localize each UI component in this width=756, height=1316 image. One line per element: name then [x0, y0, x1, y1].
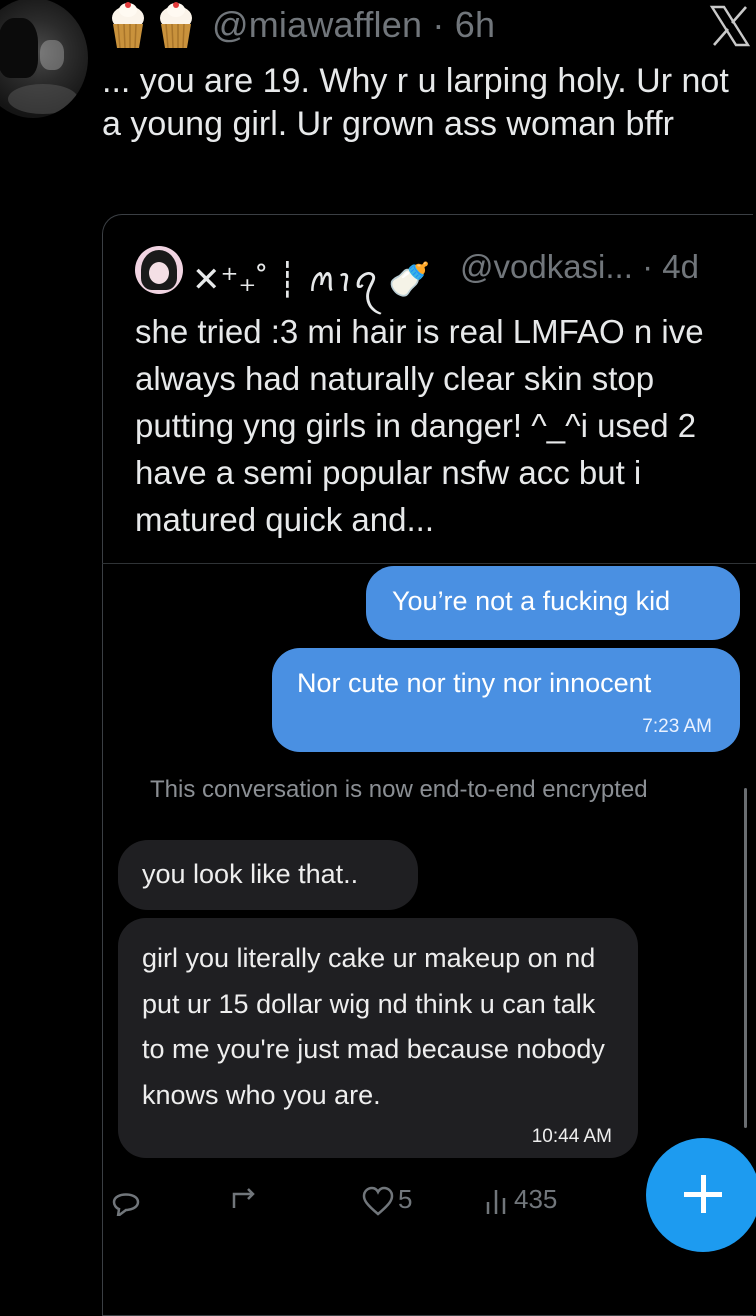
sent-message: Nor cute nor tiny nor innocent 7:23 AM [272, 648, 740, 752]
cupcake-emoji-icon [160, 2, 192, 49]
reply-icon[interactable] [108, 1186, 144, 1216]
like-icon[interactable] [360, 1186, 396, 1216]
views-icon[interactable] [482, 1186, 512, 1216]
message-text: You’re not a fucking kid [392, 586, 671, 616]
quoted-author-avatar[interactable] [135, 246, 183, 294]
message-timestamp: 10:44 AM [531, 1126, 612, 1147]
quote-media-divider [102, 563, 756, 564]
message-text: Nor cute nor tiny nor innocent [297, 668, 652, 698]
compose-button[interactable] [646, 1138, 756, 1252]
quoted-handle-time: @vodkasi... · 4d [460, 248, 699, 285]
encryption-notice: This conversation is now end-to-end encr… [150, 776, 648, 803]
message-text: girl you literally cake ur makeup on nd … [142, 943, 605, 1110]
x-logo-icon[interactable] [708, 4, 752, 48]
tweet-handle-time[interactable]: @miawafflen · 6h [212, 4, 495, 46]
received-message: you look like that.. [118, 840, 418, 910]
sent-message: You’re not a fucking kid [366, 566, 740, 640]
received-message: girl you literally cake ur makeup on nd … [118, 918, 638, 1158]
retweet-icon[interactable] [228, 1186, 264, 1216]
cupcake-emoji-icon [112, 2, 144, 49]
tweet-text: ... you are 19. Why r u larping holy. Ur… [102, 62, 729, 143]
quoted-tweet-text: she tried :3 mi hair is real LMFAO n ive… [135, 313, 704, 538]
author-avatar[interactable] [0, 0, 88, 118]
scrollbar[interactable] [744, 788, 747, 1128]
message-timestamp: 7:23 AM [642, 716, 712, 737]
tweet-action-bar: 5 435 [100, 1184, 620, 1216]
message-text: you look like that.. [142, 859, 359, 889]
